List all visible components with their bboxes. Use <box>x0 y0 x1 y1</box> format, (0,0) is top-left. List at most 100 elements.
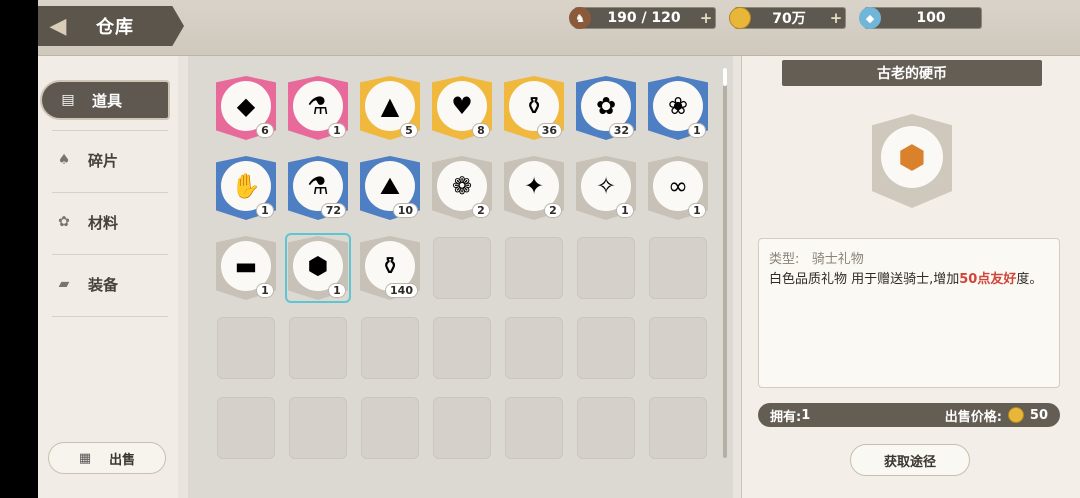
item-slot-red-rose[interactable]: ❀ 1 <box>648 76 708 140</box>
sidebar-item-items[interactable]: ▤ 道具 <box>40 80 170 120</box>
top-banner: ◀ 仓库 ♞ 190 / 120 + 70万 + ◆ 100 <box>38 0 1080 56</box>
divider <box>52 192 168 193</box>
divider <box>52 254 168 255</box>
desc-highlight: 50点友好 <box>959 272 1017 287</box>
sidebar-item-label: 装备 <box>88 275 119 294</box>
item-slot-blue-prism[interactable]: ▲ 5 <box>360 76 420 140</box>
item-slot-tulip[interactable]: ❁ 2 <box>432 156 492 220</box>
gear-material-icon: ✿ <box>58 214 70 230</box>
gem-value: 100 <box>916 10 946 26</box>
book-icon: ▤ <box>61 92 75 108</box>
warehouse-screen: ◀ 仓库 ♞ 190 / 120 + 70万 + ◆ 100 ▤ 道具 ♠ 碎片 <box>38 0 1080 498</box>
category-sidebar: ▤ 道具 ♠ 碎片 ✿ 材料 ▰ 装备 ▦ 出售 <box>38 56 178 498</box>
item-count: 2 <box>544 203 562 218</box>
empty-slot <box>433 317 491 379</box>
sell-button[interactable]: ▦ 出售 <box>48 442 166 474</box>
type-value: 骑士礼物 <box>811 252 864 267</box>
empty-slot <box>433 237 491 299</box>
item-count: 2 <box>472 203 490 218</box>
empty-slot <box>649 317 707 379</box>
item-slot-ancient-coin[interactable]: ⬢ 1 <box>285 233 351 303</box>
description-box: 类型: 骑士礼物 白色品质礼物 用于赠送骑士,增加50点友好度。 <box>758 238 1060 388</box>
empty-slot <box>289 317 347 379</box>
ownership-bar: 拥有: 1 出售价格: 50 <box>758 403 1060 427</box>
equipment-icon: ▰ <box>58 276 70 292</box>
scroll-thumb[interactable] <box>723 68 727 86</box>
item-description: 白色品质礼物 用于赠送骑士,增加50点友好度。 <box>769 271 1049 289</box>
item-slot-maple-leaf[interactable]: ✦ 2 <box>504 156 564 220</box>
gem-counter: ◆ 100 <box>859 7 982 29</box>
item-count: 6 <box>256 123 274 138</box>
item-count: 1 <box>616 203 634 218</box>
ancient-coin-icon: ⬢ <box>881 126 943 188</box>
own-label: 拥有: <box>770 409 802 425</box>
empty-slot <box>505 237 563 299</box>
sidebar-item-shards[interactable]: ♠ 碎片 <box>38 140 170 180</box>
ancient-coin-icon: ⬢ <box>293 241 343 291</box>
crystal-icon: ◆ <box>859 7 881 29</box>
item-slot-black-bar[interactable]: ▬ 1 <box>216 236 276 300</box>
item-slot-green-crystal[interactable]: ◆ 6 <box>216 76 276 140</box>
desc-text: 白色品质礼物 用于赠送骑士,增加 <box>769 272 960 287</box>
gold-coin-icon <box>1007 407 1024 423</box>
price-value: 50 <box>1029 407 1048 423</box>
empty-slot <box>217 397 275 459</box>
empty-slot <box>361 397 419 459</box>
item-slot-green-potion[interactable]: ⚗ 1 <box>288 76 348 140</box>
item-slot-band[interactable]: ∞ 1 <box>648 156 708 220</box>
item-slot-green-vial[interactable]: ⚱ 36 <box>504 76 564 140</box>
item-count: 32 <box>608 123 634 138</box>
item-slot-green-bottle[interactable]: ⚗ 72 <box>288 156 348 220</box>
divider <box>52 316 168 317</box>
price-label: 出售价格: <box>944 409 1002 425</box>
item-type: 类型: 骑士礼物 <box>769 251 1049 269</box>
item-count: 8 <box>472 123 490 138</box>
item-count: 1 <box>256 203 274 218</box>
back-arrow-icon[interactable]: ◀ <box>38 6 78 46</box>
sell-label: 出售 <box>109 452 136 468</box>
empty-slot <box>217 317 275 379</box>
item-count: 10 <box>392 203 418 218</box>
sidebar-item-materials[interactable]: ✿ 材料 <box>38 202 170 242</box>
item-count: 5 <box>400 123 418 138</box>
type-label: 类型: <box>769 252 800 267</box>
item-slot-white-gloves[interactable]: ✋ 1 <box>216 156 276 220</box>
item-slot-small-bottle[interactable]: ⚱ 140 <box>360 236 420 300</box>
item-count: 1 <box>256 283 274 298</box>
item-slot-candy[interactable]: ✧ 1 <box>576 156 636 220</box>
item-slot-pink-heart[interactable]: ♥ 8 <box>432 76 492 140</box>
stamina-value: 190 / 120 <box>607 10 681 26</box>
empty-slot <box>289 397 347 459</box>
item-count: 1 <box>328 283 346 298</box>
empty-slot <box>577 397 635 459</box>
empty-slot <box>361 317 419 379</box>
horse-icon: ♞ <box>569 7 591 29</box>
empty-slot <box>577 317 635 379</box>
empty-slot <box>649 397 707 459</box>
add-stamina-button[interactable]: + <box>697 9 715 27</box>
item-preview: ⬢ <box>872 114 952 208</box>
own-value: 1 <box>801 407 811 423</box>
item-detail-panel: 古老的硬币 ⬢ 类型: 骑士礼物 白色品质礼物 用于赠送骑士,增加50点友好度。… <box>741 56 1080 498</box>
gold-coin-icon <box>729 7 751 29</box>
item-slot-ore-chunk[interactable]: ⛰ 10 <box>360 156 420 220</box>
item-count: 140 <box>385 283 418 298</box>
item-count: 1 <box>688 203 706 218</box>
acquire-route-button[interactable]: 获取途径 <box>850 444 970 476</box>
empty-slot <box>505 397 563 459</box>
gold-counter: 70万 + <box>729 7 846 29</box>
bell-shard-icon: ♠ <box>57 152 71 168</box>
item-count: 1 <box>328 123 346 138</box>
desc-suffix: 度。 <box>1016 272 1043 287</box>
sidebar-item-label: 碎片 <box>88 151 119 170</box>
stamina-counter: ♞ 190 / 120 + <box>569 7 716 29</box>
empty-slot <box>505 317 563 379</box>
divider <box>52 130 168 131</box>
item-slot-ribbon-bow[interactable]: ✿ 32 <box>576 76 636 140</box>
rarity-frame <box>288 236 348 300</box>
add-gold-button[interactable]: + <box>827 9 845 27</box>
item-grid: ◆ 6 ⚗ 1 ▲ 5 ♥ 8 ⚱ 36 ✿ 32 ❀ 1 ✋ 1 ⚗ 72 ⛰ 10 ❁ 2 ✦ 2 ✧ 1 ∞ 1 ▬ 1 ⬢ 1 ⚱ 140 <box>188 56 733 498</box>
sidebar-item-equipment[interactable]: ▰ 装备 <box>38 264 170 304</box>
item-count: 1 <box>688 123 706 138</box>
grid-scrollbar[interactable] <box>723 68 727 458</box>
